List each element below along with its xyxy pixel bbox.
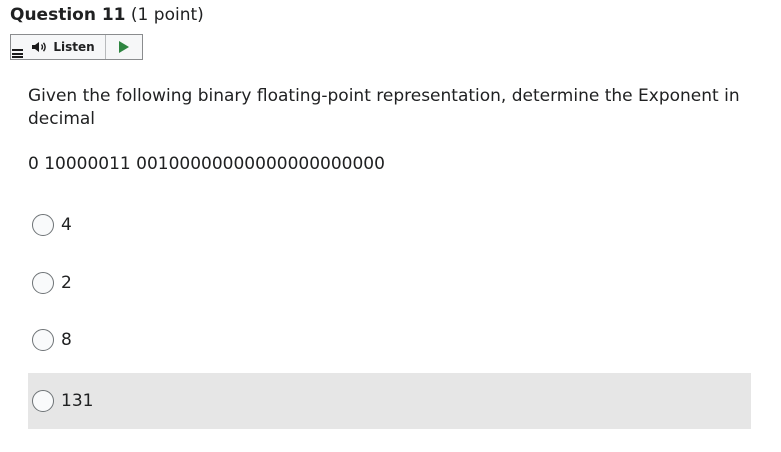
play-button[interactable] — [106, 35, 142, 59]
answer-label: 8 — [61, 330, 72, 350]
question-title: Question 11 — [10, 5, 126, 25]
radio-button[interactable] — [32, 272, 54, 294]
answer-option-3[interactable]: 8 — [28, 312, 751, 368]
answer-label: 4 — [61, 215, 72, 235]
answer-option-1[interactable]: 4 — [28, 197, 751, 253]
read-aloud-toolbar: Listen — [10, 34, 143, 60]
menu-icon[interactable] — [12, 49, 23, 58]
radio-button[interactable] — [32, 390, 54, 412]
question-points: (1 point) — [130, 5, 204, 25]
play-icon — [119, 41, 129, 53]
binary-representation: 0 10000011 00100000000000000000000 — [28, 154, 385, 174]
answer-option-4[interactable]: 131 — [28, 373, 751, 429]
question-header: Question 11 (1 point) — [10, 5, 204, 25]
radio-button[interactable] — [32, 214, 54, 236]
question-text: Given the following binary floating-poin… — [28, 86, 740, 129]
answer-option-2[interactable]: 2 — [28, 255, 751, 311]
radio-button[interactable] — [32, 329, 54, 351]
answer-label: 2 — [61, 273, 72, 293]
answer-label: 131 — [61, 391, 94, 411]
listen-label: Listen — [53, 40, 95, 54]
quiz-question: Question 11 (1 point) Listen Given the f… — [0, 0, 781, 452]
listen-button[interactable]: Listen — [11, 35, 106, 59]
speaker-icon — [32, 42, 47, 52]
